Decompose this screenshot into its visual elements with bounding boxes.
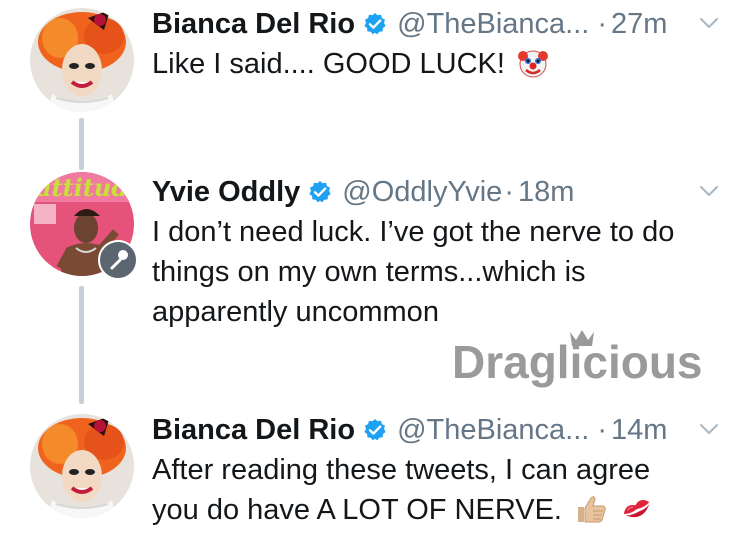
- thumbs-up-icon: [578, 496, 606, 523]
- watermark-text: Draglicious: [452, 336, 703, 388]
- separator-dot: ·: [597, 7, 607, 40]
- verified-badge-icon: [309, 181, 331, 203]
- author-handle[interactable]: @OddlyYvie: [342, 176, 502, 209]
- avatar[interactable]: [30, 414, 134, 518]
- tweet-text-container: I don’t need luck. I’ve got the nerve to…: [152, 212, 722, 332]
- tweet-2[interactable]: attitude Yvie Oddly @OddlyYvie · 18m I d…: [0, 172, 750, 332]
- tweet-header: Bianca Del Rio @TheBianca... · 27m: [152, 4, 667, 44]
- svg-text:attitude: attitude: [36, 173, 134, 202]
- tweet-text-container: After reading these tweets, I can agree …: [152, 450, 692, 530]
- author-handle[interactable]: @TheBianca...: [397, 414, 589, 447]
- chevron-down-icon[interactable]: [698, 180, 720, 202]
- avatar-bianca-image: [30, 8, 134, 112]
- tweet-3[interactable]: Bianca Del Rio @TheBianca... · 14m After…: [0, 410, 750, 550]
- draglicious-watermark-logo: Draglicious: [452, 330, 703, 388]
- tweet-header: Bianca Del Rio @TheBianca... · 14m: [152, 410, 667, 450]
- tweet-timestamp[interactable]: 14m: [611, 414, 667, 447]
- tweet-text: I don’t need luck. I’ve got the nerve to…: [152, 216, 675, 328]
- author-handle[interactable]: @TheBianca...: [397, 8, 589, 41]
- microphone-badge-icon: [98, 240, 138, 280]
- author-name[interactable]: Yvie Oddly: [152, 176, 300, 209]
- avatar[interactable]: [30, 8, 134, 112]
- tweet-header: Yvie Oddly @OddlyYvie · 18m: [152, 172, 574, 212]
- verified-badge-icon: [364, 419, 386, 441]
- avatar-bianca-image: [30, 414, 134, 518]
- tweet-text-container: Like I said.... GOOD LUCK!: [152, 44, 732, 84]
- author-name[interactable]: Bianca Del Rio: [152, 414, 355, 447]
- tweet-timestamp[interactable]: 18m: [518, 176, 574, 209]
- tweet-text: Like I said.... GOOD LUCK!: [152, 48, 505, 80]
- chevron-down-icon[interactable]: [698, 418, 720, 440]
- tweet-1[interactable]: Bianca Del Rio @TheBianca... · 27m Like …: [0, 4, 750, 114]
- tweet-timestamp[interactable]: 27m: [611, 8, 667, 41]
- separator-dot: ·: [597, 413, 607, 446]
- clown-face-icon: [518, 50, 549, 78]
- separator-dot: ·: [504, 175, 514, 208]
- verified-badge-icon: [364, 13, 386, 35]
- author-name[interactable]: Bianca Del Rio: [152, 8, 355, 41]
- kiss-mark-icon: [623, 499, 650, 518]
- chevron-down-icon[interactable]: [698, 12, 720, 34]
- thread-line-1: [79, 118, 84, 170]
